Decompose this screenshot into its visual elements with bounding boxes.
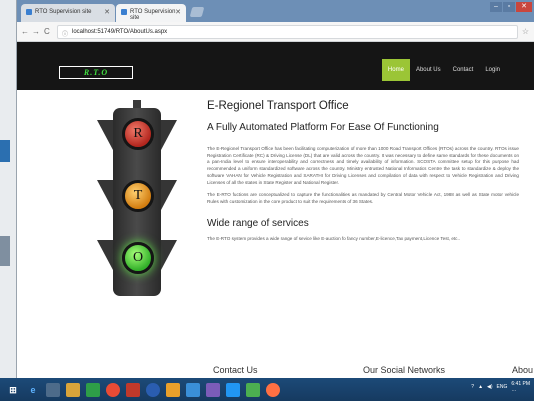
minimize-icon[interactable]: –: [490, 2, 502, 12]
desktop-window-edge: [0, 140, 10, 162]
traffic-light-visor: [97, 120, 113, 150]
close-window-icon[interactable]: ✕: [516, 2, 532, 12]
about-content: E-Regionel Transport Office A Fully Auto…: [207, 100, 519, 242]
url-input[interactable]: ⓘ localhost:51749/RTO/AboutUs.aspx: [57, 25, 518, 39]
site-navbar: R.T.O Home About Us Contact Login: [17, 42, 534, 90]
page-subtitle: A Fully Automated Platform For Ease Of F…: [207, 122, 439, 133]
green-lamp: O: [122, 242, 154, 274]
services-heading: Wide range of services: [207, 217, 309, 229]
page-title: E-Regionel Transport Office: [207, 100, 349, 112]
traffic-light-visor: [161, 120, 177, 150]
browser-tab-active[interactable]: RTO Supervision site ✕: [116, 4, 186, 22]
folder-icon[interactable]: [166, 382, 180, 397]
new-tab-button[interactable]: [189, 7, 205, 17]
page-info-icon: ⓘ: [62, 32, 69, 38]
clock[interactable]: 6:41 PM …: [511, 381, 530, 393]
amber-lamp: T: [122, 180, 154, 212]
url-text: localhost:51749/RTO/AboutUs.aspx: [72, 29, 168, 35]
reload-icon[interactable]: C: [44, 27, 50, 36]
intro-paragraph: The E-Regionel Transport Office has been…: [207, 146, 519, 185]
nav-about-link[interactable]: About Us: [410, 59, 447, 81]
address-bar: ← → C ⓘ localhost:51749/RTO/AboutUs.aspx…: [17, 22, 534, 42]
footer: Contact Us Our Social Networks Abou: [17, 365, 534, 378]
tab-title: RTO Supervision site: [130, 9, 176, 21]
clock-date: …: [511, 387, 517, 393]
visual-studio-icon[interactable]: [206, 382, 220, 397]
footer-about-heading: Abou: [512, 365, 534, 375]
traffic-light-image: R T O: [95, 100, 179, 300]
desktop-window-edge: [0, 236, 10, 266]
nav-contact-link[interactable]: Contact: [447, 59, 480, 81]
tab-close-icon[interactable]: ✕: [104, 8, 110, 16]
browser-tab[interactable]: RTO Supervision site ✕: [21, 4, 115, 22]
tab-title: RTO Supervision site: [35, 9, 92, 15]
nav-login-link[interactable]: Login: [479, 59, 506, 81]
system-tray: ? ▲ ◀) ENG 6:41 PM …: [471, 381, 530, 393]
site-logo[interactable]: R.T.O: [59, 66, 133, 79]
page-favicon-icon: [26, 9, 32, 15]
footer-social-heading: Our Social Networks: [363, 365, 446, 375]
chrome-active-icon[interactable]: [266, 382, 280, 397]
services-paragraph: The E-RTO system provides a wide range o…: [207, 235, 461, 241]
network-icon[interactable]: ▲: [478, 384, 483, 390]
chrome-icon[interactable]: [106, 382, 120, 397]
volume-icon[interactable]: ◀): [487, 384, 493, 390]
calculator-icon[interactable]: [46, 382, 60, 397]
back-arrow-icon[interactable]: ←: [21, 27, 29, 36]
app-icon[interactable]: [186, 382, 200, 397]
browser-titlebar: RTO Supervision site ✕ RTO Supervision s…: [17, 0, 534, 22]
desktop-background: [0, 0, 16, 401]
red-lamp: R: [122, 118, 154, 150]
functions-paragraph: The E-RTO fuctions are conceptualized to…: [207, 192, 519, 204]
language-indicator[interactable]: ENG: [497, 384, 508, 390]
start-windows-icon[interactable]: ⊞: [6, 383, 20, 397]
traffic-light-visor: [97, 240, 113, 270]
site-menu: Home About Us Contact Login: [381, 59, 506, 81]
skype-icon[interactable]: [226, 382, 240, 397]
ie-browser-icon[interactable]: e: [26, 383, 40, 397]
page-favicon-icon: [121, 9, 127, 15]
tab-close-icon[interactable]: ✕: [175, 8, 181, 16]
maximize-icon[interactable]: ▫: [503, 2, 515, 12]
traffic-light-visor: [161, 180, 177, 210]
traffic-light-mount: [133, 100, 141, 108]
traffic-light-visor: [161, 240, 177, 270]
browser-window: RTO Supervision site ✕ RTO Supervision s…: [16, 0, 534, 378]
footer-contact-heading: Contact Us: [213, 365, 258, 375]
traffic-light-visor: [97, 180, 113, 210]
help-icon[interactable]: ?: [471, 384, 474, 390]
nav-home-link[interactable]: Home: [381, 59, 410, 81]
app-icon[interactable]: [246, 382, 260, 397]
file-explorer-icon[interactable]: [66, 382, 80, 397]
web-page: R.T.O Home About Us Contact Login R T O …: [17, 42, 534, 378]
forward-arrow-icon[interactable]: →: [32, 27, 40, 36]
windows-taskbar: ⊞ e ? ▲ ◀) ENG 6:41 PM …: [0, 378, 534, 401]
store-icon[interactable]: [86, 382, 100, 397]
app-icon[interactable]: [126, 382, 140, 397]
bookmark-star-icon[interactable]: ☆: [522, 27, 529, 36]
media-player-icon[interactable]: [146, 382, 160, 397]
